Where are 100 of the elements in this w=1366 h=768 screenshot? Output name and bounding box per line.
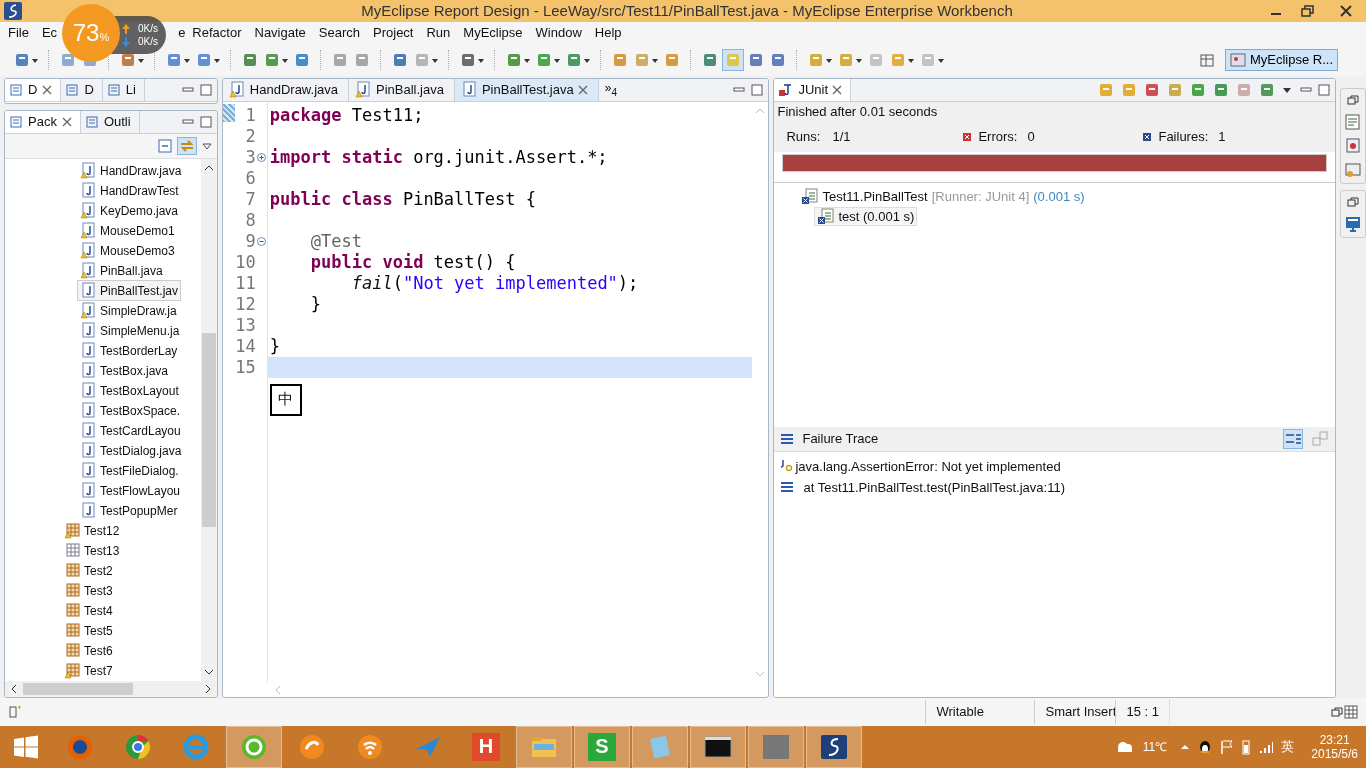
tree-item[interactable]: SimpleMenu.ja (77, 320, 183, 342)
view-tab[interactable]: JUnit (774, 78, 852, 101)
scroll-left-icon[interactable] (9, 684, 19, 695)
monitor-icon[interactable] (1344, 214, 1362, 233)
editor-tab[interactable]: PinBallTest.java (454, 78, 599, 101)
terminal-icon (704, 733, 732, 761)
test-suite-failed-icon (801, 188, 819, 206)
tree-item[interactable]: TestBox.java (77, 360, 172, 382)
flag-icon[interactable] (1220, 739, 1235, 755)
show-view-icon[interactable] (1344, 705, 1358, 719)
menu-item[interactable]: Project (373, 25, 414, 41)
menu-item[interactable]: Window (535, 25, 582, 41)
tree-item[interactable]: Test4 (61, 600, 116, 622)
menu-item[interactable]: Ec (41, 25, 58, 41)
bookmark-icon[interactable] (1344, 136, 1362, 155)
view-tab[interactable]: Li (102, 78, 145, 101)
upload-arrow-icon (122, 23, 130, 34)
menu-item[interactable]: Refactor (192, 25, 242, 41)
menu-item[interactable]: e (178, 25, 186, 41)
tree-item[interactable]: TestBoxLayout (77, 380, 182, 402)
stack-frame-icon (780, 480, 795, 495)
perspective-button[interactable]: MyEclipse R... (1224, 48, 1338, 71)
tree-item[interactable]: Test2 (61, 560, 116, 582)
restore-view-icon[interactable] (1330, 705, 1344, 719)
collapse-fold-icon[interactable] (256, 236, 266, 246)
tree-item[interactable]: MouseDemo3 (77, 240, 178, 262)
close-tab-icon[interactable] (42, 84, 53, 95)
restore-view-icon[interactable] (1346, 194, 1360, 209)
taskbar-button[interactable] (690, 726, 746, 768)
maximize-view-icon[interactable] (1317, 82, 1331, 97)
menu-item[interactable]: Run (426, 25, 451, 41)
menu-item[interactable]: Help (594, 25, 622, 41)
tree-item[interactable]: TestFlowLayou (77, 480, 184, 502)
menu-item[interactable]: Navigate (254, 25, 306, 41)
test-suite-item[interactable]: Test11.PinBallTest [Runner: JUnit 4] (0.001 s) (798, 187, 1088, 207)
view-tab[interactable]: D (5, 78, 62, 101)
tree-item[interactable]: TestDialog.java (77, 440, 185, 462)
tree-item[interactable]: TestCardLayou (77, 420, 184, 442)
taskbar-button[interactable] (806, 726, 862, 768)
tree-item[interactable]: SimpleDraw.ja (77, 300, 180, 322)
fast-view-icon[interactable] (8, 705, 22, 719)
tasks-icon[interactable] (1344, 112, 1362, 131)
wifi-icon (356, 733, 384, 761)
app-icon: S (588, 733, 616, 761)
input-method-indicator: 中 (269, 383, 302, 416)
signal-icon[interactable] (1258, 739, 1275, 755)
tree-item[interactable]: Test7 (61, 660, 116, 682)
close-tab-icon[interactable] (832, 84, 843, 95)
show-hidden-icons-icon[interactable] (1180, 742, 1191, 752)
editor-tab[interactable]: PinBall.java (349, 78, 455, 101)
tree-item[interactable]: TestBorderLay (77, 340, 181, 362)
battery-icon[interactable] (1241, 739, 1252, 755)
tree-item[interactable]: KeyDemo.java (77, 200, 182, 222)
test-case-item[interactable]: test (0.001 s) (814, 207, 918, 227)
expand-fold-icon[interactable] (256, 152, 266, 162)
editor-tab[interactable]: HandDraw.java (222, 78, 349, 101)
menu-item[interactable]: File (8, 25, 29, 41)
package-warning-icon (64, 662, 81, 680)
tree-item[interactable]: Test3 (61, 580, 116, 602)
java-file-icon (80, 462, 97, 480)
restore-view-icon[interactable] (1346, 92, 1360, 107)
tree-item[interactable]: PinBallTest.jav (77, 280, 182, 302)
scroll-thumb[interactable] (201, 332, 216, 528)
code-line: fail("Not yet implemented"); (350, 272, 639, 293)
tree-item[interactable]: Test6 (61, 640, 116, 662)
view-tab[interactable]: Pack (5, 110, 81, 133)
tree-item[interactable]: TestFileDialog. (77, 460, 182, 482)
scrollbar[interactable] (200, 158, 217, 682)
console-icon[interactable] (1344, 160, 1362, 179)
package-warning-icon (64, 522, 81, 540)
tree-item[interactable]: TestPopupMer (77, 500, 181, 522)
view-tab[interactable]: D (61, 78, 103, 101)
collapse-all-icon[interactable] (156, 137, 173, 154)
app-logo-icon (4, 1, 22, 20)
trace-line[interactable]: at Test11.PinBallTest.test(PinBallTest.java:11) (803, 479, 1065, 495)
scrollbar[interactable] (5, 681, 217, 698)
scroll-thumb[interactable] (23, 683, 133, 696)
taskbar-button[interactable]: H (458, 726, 514, 768)
test-failed-icon (817, 208, 835, 226)
java-file-icon (80, 322, 97, 340)
app-icon (820, 733, 848, 761)
tree-item[interactable]: HandDrawTest (77, 180, 182, 202)
menu-item[interactable]: MyEclipse (463, 25, 523, 41)
tree-item[interactable]: MouseDemo1 (77, 220, 178, 242)
tree-item[interactable]: PinBall.java (77, 260, 166, 282)
view-tab[interactable]: Outli (80, 110, 140, 133)
tree-item[interactable]: TestBoxSpace. (77, 400, 184, 422)
maximize-view-icon[interactable] (750, 82, 765, 97)
tree-item[interactable]: Test12 (61, 520, 123, 542)
trace-line[interactable]: java.lang.AssertionError: Not yet implemented (795, 458, 1061, 474)
tree-item[interactable]: Test5 (61, 620, 116, 642)
tree-item[interactable]: Test13 (61, 540, 123, 562)
close-tab-icon[interactable] (61, 116, 72, 127)
line-number: 15 (235, 357, 256, 378)
menu-item[interactable]: Search (318, 25, 360, 41)
change-marker (222, 103, 235, 122)
close-tab-icon[interactable] (577, 84, 588, 95)
maximize-view-icon[interactable] (198, 82, 213, 97)
maximize-view-icon[interactable] (198, 114, 213, 129)
tree-item[interactable]: HandDraw.java (77, 160, 185, 182)
